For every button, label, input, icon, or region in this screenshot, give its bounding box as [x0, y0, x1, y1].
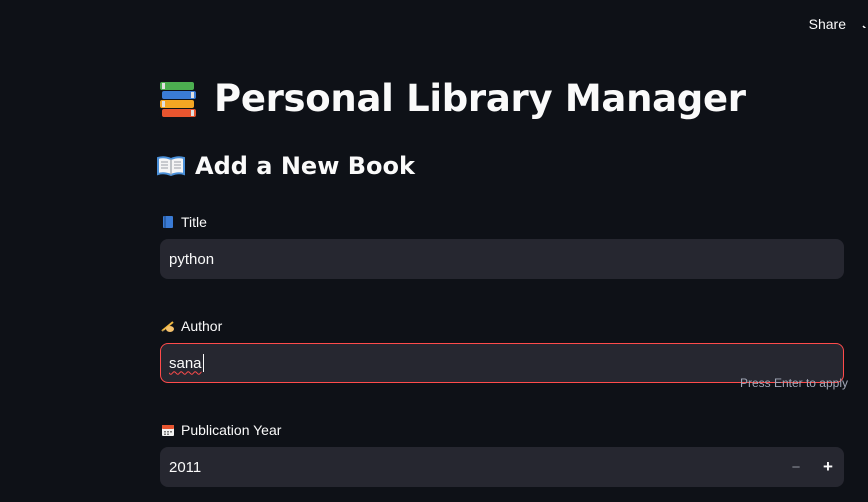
title-input-value: python — [169, 250, 215, 268]
author-input-value: sana — [169, 354, 202, 372]
author-field-label: Author — [161, 318, 222, 334]
title-label-text: Title — [181, 214, 207, 230]
decrement-button[interactable]: − — [780, 447, 812, 487]
year-stepper: − + — [780, 447, 844, 487]
open-book-icon — [156, 154, 186, 178]
top-toolbar: Share — [809, 0, 868, 48]
year-input-value: 2011 — [169, 458, 202, 476]
calendar-icon — [161, 423, 175, 437]
increment-button[interactable]: + — [812, 447, 844, 487]
minus-icon: − — [791, 458, 801, 476]
page-header: Personal Library Manager — [156, 76, 746, 120]
section-title: Add a New Book — [195, 152, 415, 180]
author-label-text: Author — [181, 318, 223, 334]
section-header: Add a New Book — [156, 152, 415, 180]
page-title: Personal Library Manager — [214, 76, 746, 120]
title-input[interactable]: python — [160, 239, 844, 279]
app-root: Share Personal Library Manager Add a New… — [0, 0, 868, 502]
plus-icon: + — [823, 457, 833, 476]
blue-book-icon — [161, 215, 175, 229]
books-icon — [156, 76, 200, 120]
writing-hand-icon — [161, 319, 175, 333]
text-caret — [202, 354, 204, 372]
title-field-label: Title — [161, 214, 207, 230]
year-field-label: Publication Year — [161, 422, 281, 438]
share-button[interactable]: Share — [809, 16, 846, 32]
year-label-text: Publication Year — [181, 422, 282, 438]
chevron-down-icon[interactable] — [862, 18, 868, 28]
year-number-input[interactable]: 2011 − + — [160, 447, 844, 487]
press-enter-hint: Press Enter to apply — [739, 376, 848, 390]
